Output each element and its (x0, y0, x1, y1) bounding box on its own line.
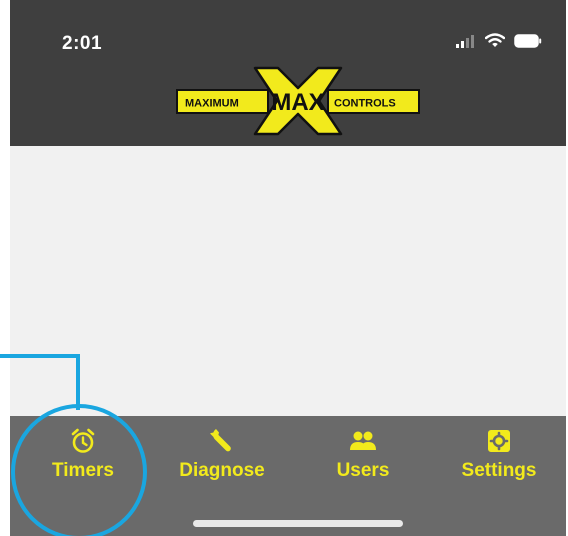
phone-screen: 2:01 MAXIMUM MAX CONTROLS Timers Diagnos… (10, 0, 566, 536)
status-icons (456, 33, 542, 48)
tab-users[interactable]: Users (308, 426, 418, 496)
wrench-icon (207, 426, 237, 456)
tab-diagnose-label: Diagnose (179, 460, 265, 481)
tab-users-label: Users (336, 460, 390, 481)
max-controls-logo: MAXIMUM MAX CONTROLS (176, 66, 420, 136)
gear-icon (484, 426, 514, 456)
status-time: 2:01 (62, 33, 103, 54)
tab-settings-label: Settings (461, 460, 537, 481)
wifi-icon (485, 33, 505, 47)
app-header: 2:01 MAXIMUM MAX CONTROLS (10, 0, 566, 146)
main-content (10, 146, 566, 416)
tab-timers-label: Timers (52, 460, 114, 481)
logo-right-text: CONTROLS (334, 98, 396, 110)
users-icon (348, 426, 378, 456)
cellular-signal-icon (456, 34, 474, 48)
tab-timers[interactable]: Timers (28, 426, 138, 496)
logo-left-text: MAXIMUM (185, 98, 239, 110)
logo-center-text: MAX (271, 89, 324, 116)
tab-diagnose[interactable]: Diagnose (167, 426, 277, 496)
battery-icon (514, 33, 542, 48)
tab-bar: Timers Diagnose Users Settings (10, 416, 566, 536)
home-indicator[interactable] (193, 520, 403, 527)
alarm-clock-icon (68, 426, 98, 456)
tab-settings[interactable]: Settings (444, 426, 554, 496)
